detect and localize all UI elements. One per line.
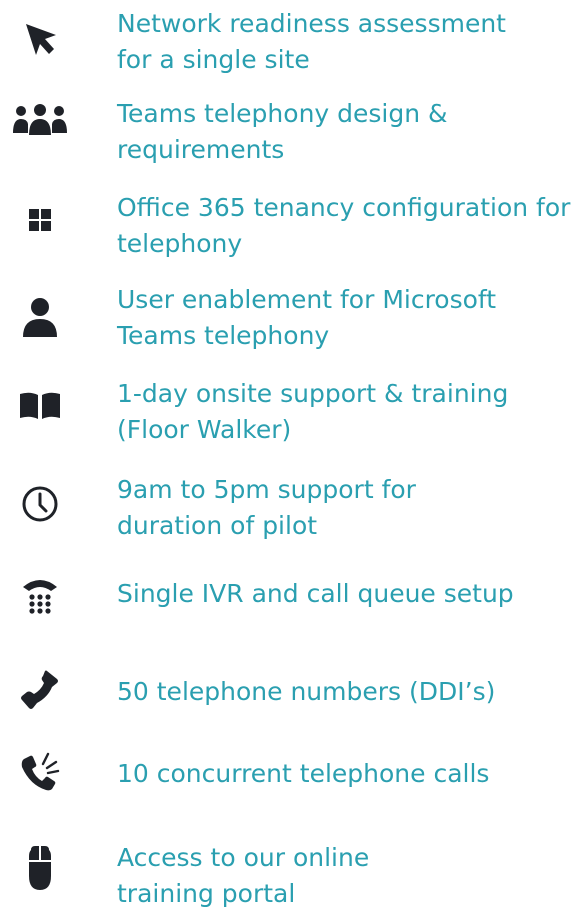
feature-label: 9am to 5pm support for duration of pilot [117, 475, 416, 540]
feature-list: Network readiness assessment for a singl… [0, 0, 582, 908]
feature-label: Single IVR and call queue setup [117, 579, 514, 608]
feature-label: Teams telephony design & requirements [117, 99, 448, 164]
open-book-icon [8, 373, 72, 437]
ringing-phone-icon [8, 740, 72, 804]
people-group-icon [8, 88, 72, 152]
phone-handset-icon [8, 658, 72, 722]
feature-label: Access to our online training portal [117, 843, 370, 908]
feature-label: User enablement for Microsoft Teams tele… [117, 285, 497, 350]
feature-label: 10 concurrent telephone calls [117, 759, 490, 788]
computer-mouse-icon [8, 836, 72, 900]
feature-label: Network readiness assessment for a singl… [117, 9, 506, 74]
feature-label: 1-day onsite support & training (Floor W… [117, 379, 509, 444]
feature-label: Office 365 tenancy configuration for tel… [117, 193, 571, 258]
user-icon [8, 285, 72, 349]
arrow-cursor-icon [8, 8, 72, 72]
desk-phone-keypad-icon [8, 563, 72, 627]
clock-icon [8, 472, 72, 536]
grid-squares-icon [8, 188, 72, 252]
feature-label: 50 telephone numbers (DDI’s) [117, 677, 496, 706]
